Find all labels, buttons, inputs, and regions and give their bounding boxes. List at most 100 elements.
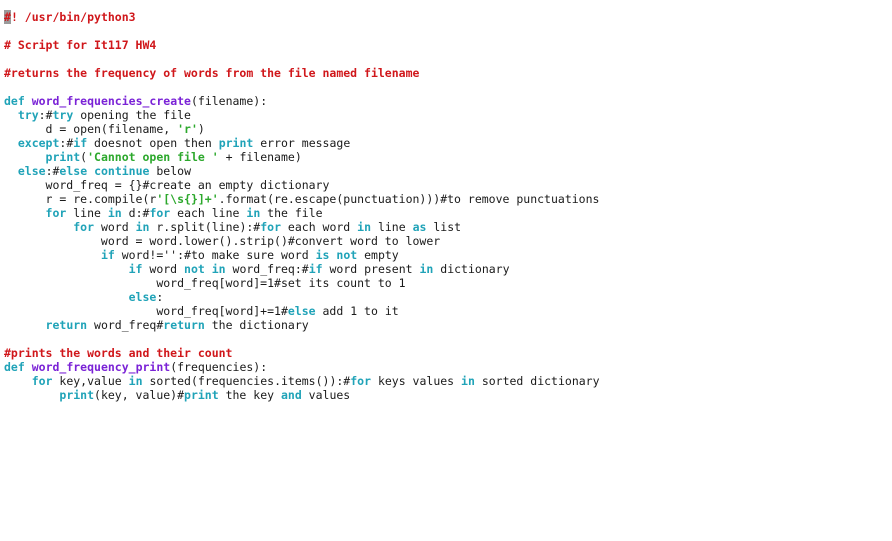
token-keyword: not (184, 262, 205, 276)
code-line[interactable]: #prints the words and their count (4, 346, 600, 360)
code-editor[interactable]: #! /usr/bin/python3 # Script for It117 H… (4, 10, 600, 402)
code-line[interactable]: if word not in word_freq:#if word presen… (4, 262, 600, 276)
token-plain: below (149, 164, 191, 178)
token-plain: error message (253, 136, 351, 150)
token-keyword: for (31, 374, 53, 388)
code-line[interactable]: word_freq[word]=1#set its count to 1 (4, 276, 600, 290)
token-plain: add 1 to it (315, 304, 399, 318)
token-plain: word!='':#to make sure word (114, 248, 316, 262)
token-plain: each word (281, 220, 358, 234)
token-keyword: else (287, 304, 316, 318)
token-keyword: def (4, 94, 25, 108)
token-keyword: if (308, 262, 323, 276)
token-keyword: for (45, 206, 67, 220)
token-plain: line (371, 220, 413, 234)
token-plain: ) (197, 122, 205, 136)
token-plain: r = re.compile(r (4, 192, 157, 206)
code-line[interactable]: # Script for It117 HW4 (4, 38, 600, 52)
code-line[interactable]: for line in d:#for each line in the file (4, 206, 600, 220)
token-plain: : (156, 290, 164, 304)
token-keyword: def (4, 360, 25, 374)
token-plain: word_freq[word]+=1# (4, 304, 288, 318)
token-keyword: is (315, 248, 330, 262)
token-plain: (frequencies): (170, 360, 268, 374)
token-plain: the key (218, 388, 281, 402)
code-line[interactable]: #! /usr/bin/python3 (4, 10, 600, 24)
token-keyword: if (128, 262, 143, 276)
code-line[interactable] (4, 24, 600, 38)
code-line[interactable]: d = open(filename, 'r') (4, 122, 600, 136)
code-line[interactable]: for word in r.split(line):#for each word… (4, 220, 600, 234)
token-plain: sorted(frequencies.items()):# (142, 374, 351, 388)
token-plain: d = open(filename, (4, 122, 178, 136)
token-keyword: in (135, 220, 150, 234)
code-line[interactable]: word = word.lower().strip()#convert word… (4, 234, 600, 248)
code-line[interactable]: except:#if doesnot open then print error… (4, 136, 600, 150)
code-line[interactable]: def word_frequency_print(frequencies): (4, 360, 600, 374)
code-line[interactable]: def word_frequencies_create(filename): (4, 94, 600, 108)
token-keyword: for (73, 220, 95, 234)
token-plain: (filename): (190, 94, 268, 108)
token-keyword: print (218, 136, 254, 150)
token-plain: word_freq# (87, 318, 164, 332)
code-line[interactable]: print(key, value)#print the key and valu… (4, 388, 600, 402)
token-plain: :# (38, 108, 53, 122)
token-string: 'Cannot open file ' (87, 150, 219, 164)
code-line[interactable]: #returns the frequency of words from the… (4, 66, 600, 80)
token-plain: word present (322, 262, 420, 276)
token-plain: key,value (52, 374, 129, 388)
token-comment: # Script for It117 HW4 (4, 38, 157, 52)
code-line[interactable]: if word!='':#to make sure word is not em… (4, 248, 600, 262)
token-plain: + filename) (218, 150, 302, 164)
token-keyword: if (73, 136, 88, 150)
token-plain: :# (59, 136, 74, 150)
code-line[interactable]: word_freq = {}#create an empty dictionar… (4, 178, 600, 192)
token-plain: the file (260, 206, 323, 220)
code-line[interactable]: return word_freq#return the dictionary (4, 318, 600, 332)
code-line[interactable] (4, 80, 600, 94)
token-keyword: for (350, 374, 372, 388)
token-keyword: try (52, 108, 74, 122)
code-line[interactable]: else:#else continue below (4, 164, 600, 178)
token-keyword: for (260, 220, 281, 234)
code-line[interactable]: for key,value in sorted(frequencies.item… (4, 374, 600, 388)
token-plain: each line (170, 206, 247, 220)
token-keyword: except (17, 136, 60, 150)
token-plain: the dictionary (204, 318, 309, 332)
code-line[interactable] (4, 332, 600, 346)
token-plain: doesnot open then (87, 136, 219, 150)
token-plain: list (426, 220, 462, 234)
code-line[interactable] (4, 52, 600, 66)
token-plain: d:# (121, 206, 150, 220)
code-line[interactable]: try:#try opening the file (4, 108, 600, 122)
code-line[interactable]: r = re.compile(r'[\s{}]+'.format(re.esca… (4, 192, 600, 206)
token-keyword: and (280, 388, 302, 402)
token-plain: (key, value)# (94, 388, 185, 402)
token-keyword: continue (94, 164, 150, 178)
code-line[interactable]: print('Cannot open file ' + filename) (4, 150, 600, 164)
token-keyword: print (59, 388, 95, 402)
token-string: 'r' (177, 122, 198, 136)
token-comment: #returns the frequency of words from the… (4, 66, 420, 80)
code-line[interactable]: word_freq[word]+=1#else add 1 to it (4, 304, 600, 318)
token-plain: r.split(line):# (149, 220, 261, 234)
token-plain: word (142, 262, 185, 276)
token-comment: #prints the words and their count (4, 346, 233, 360)
token-keyword: in (107, 206, 122, 220)
token-keyword: else (128, 290, 157, 304)
token-keyword: not (336, 248, 358, 262)
token-keyword: in (246, 206, 261, 220)
code-line[interactable]: else: (4, 290, 600, 304)
token-plain: word_freq[word]=1#set its count to 1 (4, 276, 406, 290)
